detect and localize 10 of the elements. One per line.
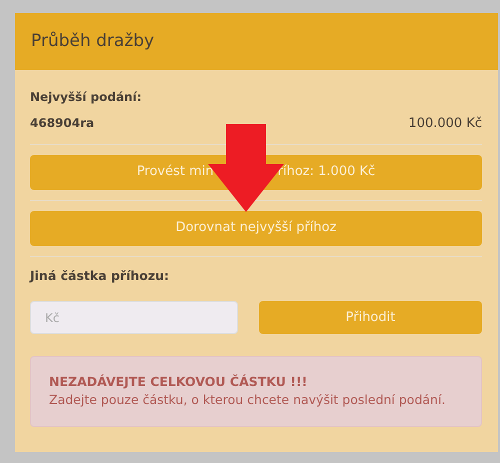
highest-bid-label: Nejvyšší podání: — [30, 89, 142, 106]
warning-title: NEZADÁVEJTE CELKOVOU ČÁSTKU !!! — [49, 373, 308, 392]
warning-text: Zadejte pouze částku, o kterou chcete navýšit poslední podání. — [49, 391, 446, 410]
bid-button[interactable]: Přihodit — [259, 301, 482, 334]
amount-input[interactable]: Kč — [30, 301, 238, 334]
panel-title: Průběh dražby — [31, 30, 154, 53]
action-button[interactable]: Dorovnat nejvyšší příhoz — [30, 210, 482, 246]
bidder-id: 468904ra — [30, 115, 94, 132]
bid-amount: 100.000 Kč — [408, 115, 482, 133]
custom-bid-label: Jiná částka příhozu: — [30, 266, 170, 285]
